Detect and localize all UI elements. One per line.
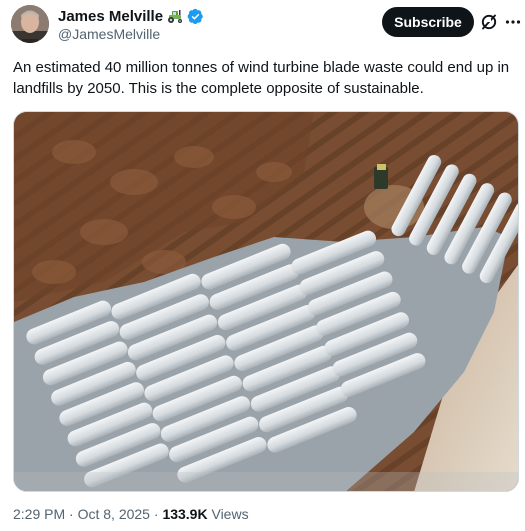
views-count: 133.9K — [162, 506, 208, 522]
meta-separator: · — [69, 506, 74, 522]
author-display-name[interactable]: James Melville — [58, 8, 163, 25]
tweet: James Melville @JamesMelville Subscribe — [0, 0, 525, 531]
meta-separator: · — [153, 506, 159, 522]
subscribe-button[interactable]: Subscribe — [382, 7, 474, 37]
tweet-date[interactable]: Oct 8, 2025 — [78, 506, 150, 522]
aerial-photo-of-wind-turbine-blades-in-landfill-icon — [14, 112, 518, 491]
verified-badge-icon — [187, 8, 204, 25]
grok-icon[interactable] — [479, 12, 499, 32]
author-name-row: James Melville — [58, 7, 204, 25]
more-options-icon[interactable] — [505, 12, 521, 32]
avatar[interactable] — [11, 5, 49, 43]
tweet-text: An estimated 40 million tonnes of wind t… — [13, 59, 510, 97]
tweet-meta: 2:29 PM · Oct 8, 2025 · 133.9K Views — [13, 506, 249, 522]
views-label: Views — [211, 506, 249, 522]
tweet-media-photo[interactable] — [13, 111, 519, 492]
author-handle[interactable]: @JamesMelville — [58, 26, 160, 42]
tractor-emoji-icon — [166, 8, 184, 24]
tweet-time[interactable]: 2:29 PM — [13, 506, 65, 522]
